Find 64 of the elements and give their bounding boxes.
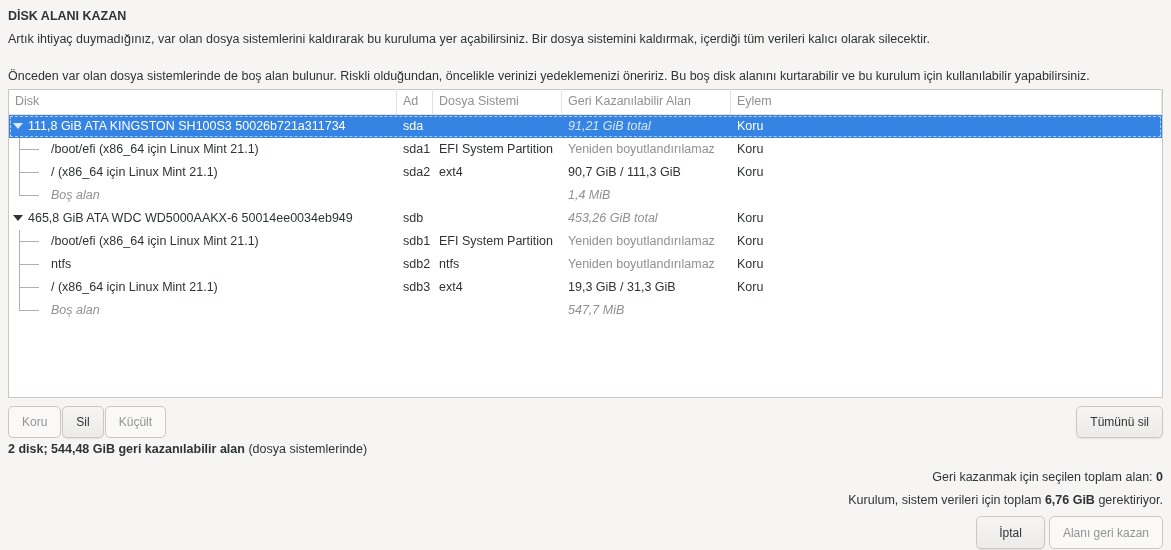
table-row[interactable]: Boş alan 547,7 MiB	[9, 298, 1162, 322]
note-text: Önceden var olan dosya sistemlerinde de boş alan bulunur. Riskli olduğundan, öncelikle verinizi yedeklemenizi öneririz. Bu boş disk alanını kurtarabilir ve bu kurulum için kullanılabilir yapabilirsiniz.	[8, 67, 1091, 85]
device-name: sda	[402, 117, 425, 135]
partition-name: /boot/efi (x86_64 için Linux Mint 21.1)	[51, 232, 259, 250]
cancel-button[interactable]: İptal	[976, 516, 1045, 550]
device-name: sdb	[402, 209, 425, 227]
free-space-label: Boş alan	[51, 186, 100, 204]
reclaimable-space: 1,4 MiB	[567, 186, 612, 204]
partition-name: / (x86_64 için Linux Mint 21.1)	[51, 163, 218, 181]
reclaimable-space: 91,21 GiB total	[567, 117, 652, 135]
filesystem-type: EFI System Partition	[438, 140, 554, 158]
filesystem-type: ext4	[438, 278, 464, 296]
table-row[interactable]: / (x86_64 için Linux Mint 21.1) sdb3 ext4 19,3 GiB / 31,3 GiB Koru	[9, 275, 1162, 299]
reclaimable-space: Yeniden boyutlandırılamaz	[567, 140, 716, 158]
action-label: Koru	[736, 117, 765, 135]
device-name: sdb2	[402, 255, 432, 273]
required-space-text: Kurulum, sistem verileri için toplam 6,76 GiB gerektiriyor.	[847, 492, 1163, 510]
filesystem-type: ext4	[438, 163, 464, 181]
column-header[interactable]: Eylem	[731, 89, 1162, 115]
page-title: DİSK ALANI KAZAN	[8, 8, 128, 25]
tree-line	[19, 137, 39, 161]
action-label: Koru	[736, 163, 765, 181]
filesystem-type: EFI System Partition	[438, 232, 554, 250]
table-row[interactable]: 465,8 GiB ATA WDC WD5000AAKX-6 50014ee0034eb949 sdb 453,26 GiB total Koru	[9, 206, 1162, 230]
device-name: sdb1	[402, 232, 432, 250]
action-label: Koru	[736, 255, 765, 273]
selected-total-text: Geri kazanmak için seçilen toplam alan: 0	[931, 468, 1163, 486]
expander-icon[interactable]	[13, 214, 23, 223]
table-row[interactable]: /boot/efi (x86_64 için Linux Mint 21.1) sda1 EFI System Partition Yeniden boyutlandırılamaz Koru	[9, 137, 1162, 161]
intro-text: Artık ihtiyaç duymadığınız, var olan dosya sistemlerini kaldırarak bu kuruluma yer açabilirsiniz. Bir dosya sistemini kaldırmak, içerdiği tüm verileri kalıcı olarak silecektir.	[8, 30, 931, 48]
disk-name: 465,8 GiB ATA WDC WD5000AAKX-6 50014ee0034eb949	[28, 209, 353, 227]
table-row[interactable]: /boot/efi (x86_64 için Linux Mint 21.1) sdb1 EFI System Partition Yeniden boyutlandırılamaz Koru	[9, 229, 1162, 253]
column-header[interactable]: Ad	[397, 89, 433, 115]
reclaimable-space: 547,7 MiB	[567, 301, 626, 319]
device-name: sdb3	[402, 278, 432, 296]
partition-name: ntfs	[51, 255, 72, 273]
table-row[interactable]: / (x86_64 için Linux Mint 21.1) sda2 ext4 90,7 GiB / 111,3 GiB Koru	[9, 160, 1162, 184]
tree-line	[19, 252, 39, 276]
reclaimable-space: Yeniden boyutlandırılamaz	[567, 232, 716, 250]
column-header[interactable]: Disk	[9, 89, 397, 115]
column-header[interactable]: Geri Kazanılabilir Alan	[562, 89, 731, 115]
device-name: sda1	[402, 140, 432, 158]
column-header[interactable]: Dosya Sistemi	[433, 89, 562, 115]
delete-button[interactable]: Sil	[62, 405, 104, 438]
action-label: Koru	[736, 232, 765, 250]
disk-name: 111,8 GiB ATA KINGSTON SH100S3 50026b721a311734	[28, 117, 346, 135]
reclaimable-space: 19,3 GiB / 31,3 GiB	[567, 278, 677, 296]
table-row[interactable]: ntfs sdb2 ntfs Yeniden boyutlandırılamaz Koru	[9, 252, 1162, 276]
table-row[interactable]: 111,8 GiB ATA KINGSTON SH100S3 50026b721a311734 sda 91,21 GiB total Koru	[9, 114, 1162, 138]
free-space-label: Boş alan	[51, 301, 100, 319]
device-name: sda2	[402, 163, 432, 181]
tree-line	[19, 229, 39, 253]
delete-all-button[interactable]: Tümünü sil	[1076, 405, 1163, 438]
table-row[interactable]: Boş alan 1,4 MiB	[9, 183, 1162, 207]
partition-name: / (x86_64 için Linux Mint 21.1)	[51, 278, 218, 296]
action-label: Koru	[736, 140, 765, 158]
reclaimable-space: 453,26 GiB total	[567, 209, 659, 227]
reclaimable-space: 90,7 GiB / 111,3 GiB	[567, 163, 682, 181]
summary-text: 2 disk; 544,48 GiB geri kazanılabilir alan (dosya sistemlerinde)	[8, 440, 369, 458]
action-label: Koru	[736, 278, 765, 296]
action-label: Koru	[736, 209, 765, 227]
reclaimable-space: Yeniden boyutlandırılamaz	[567, 255, 716, 273]
partition-name: /boot/efi (x86_64 için Linux Mint 21.1)	[51, 140, 259, 158]
filesystem-type: ntfs	[438, 255, 461, 273]
